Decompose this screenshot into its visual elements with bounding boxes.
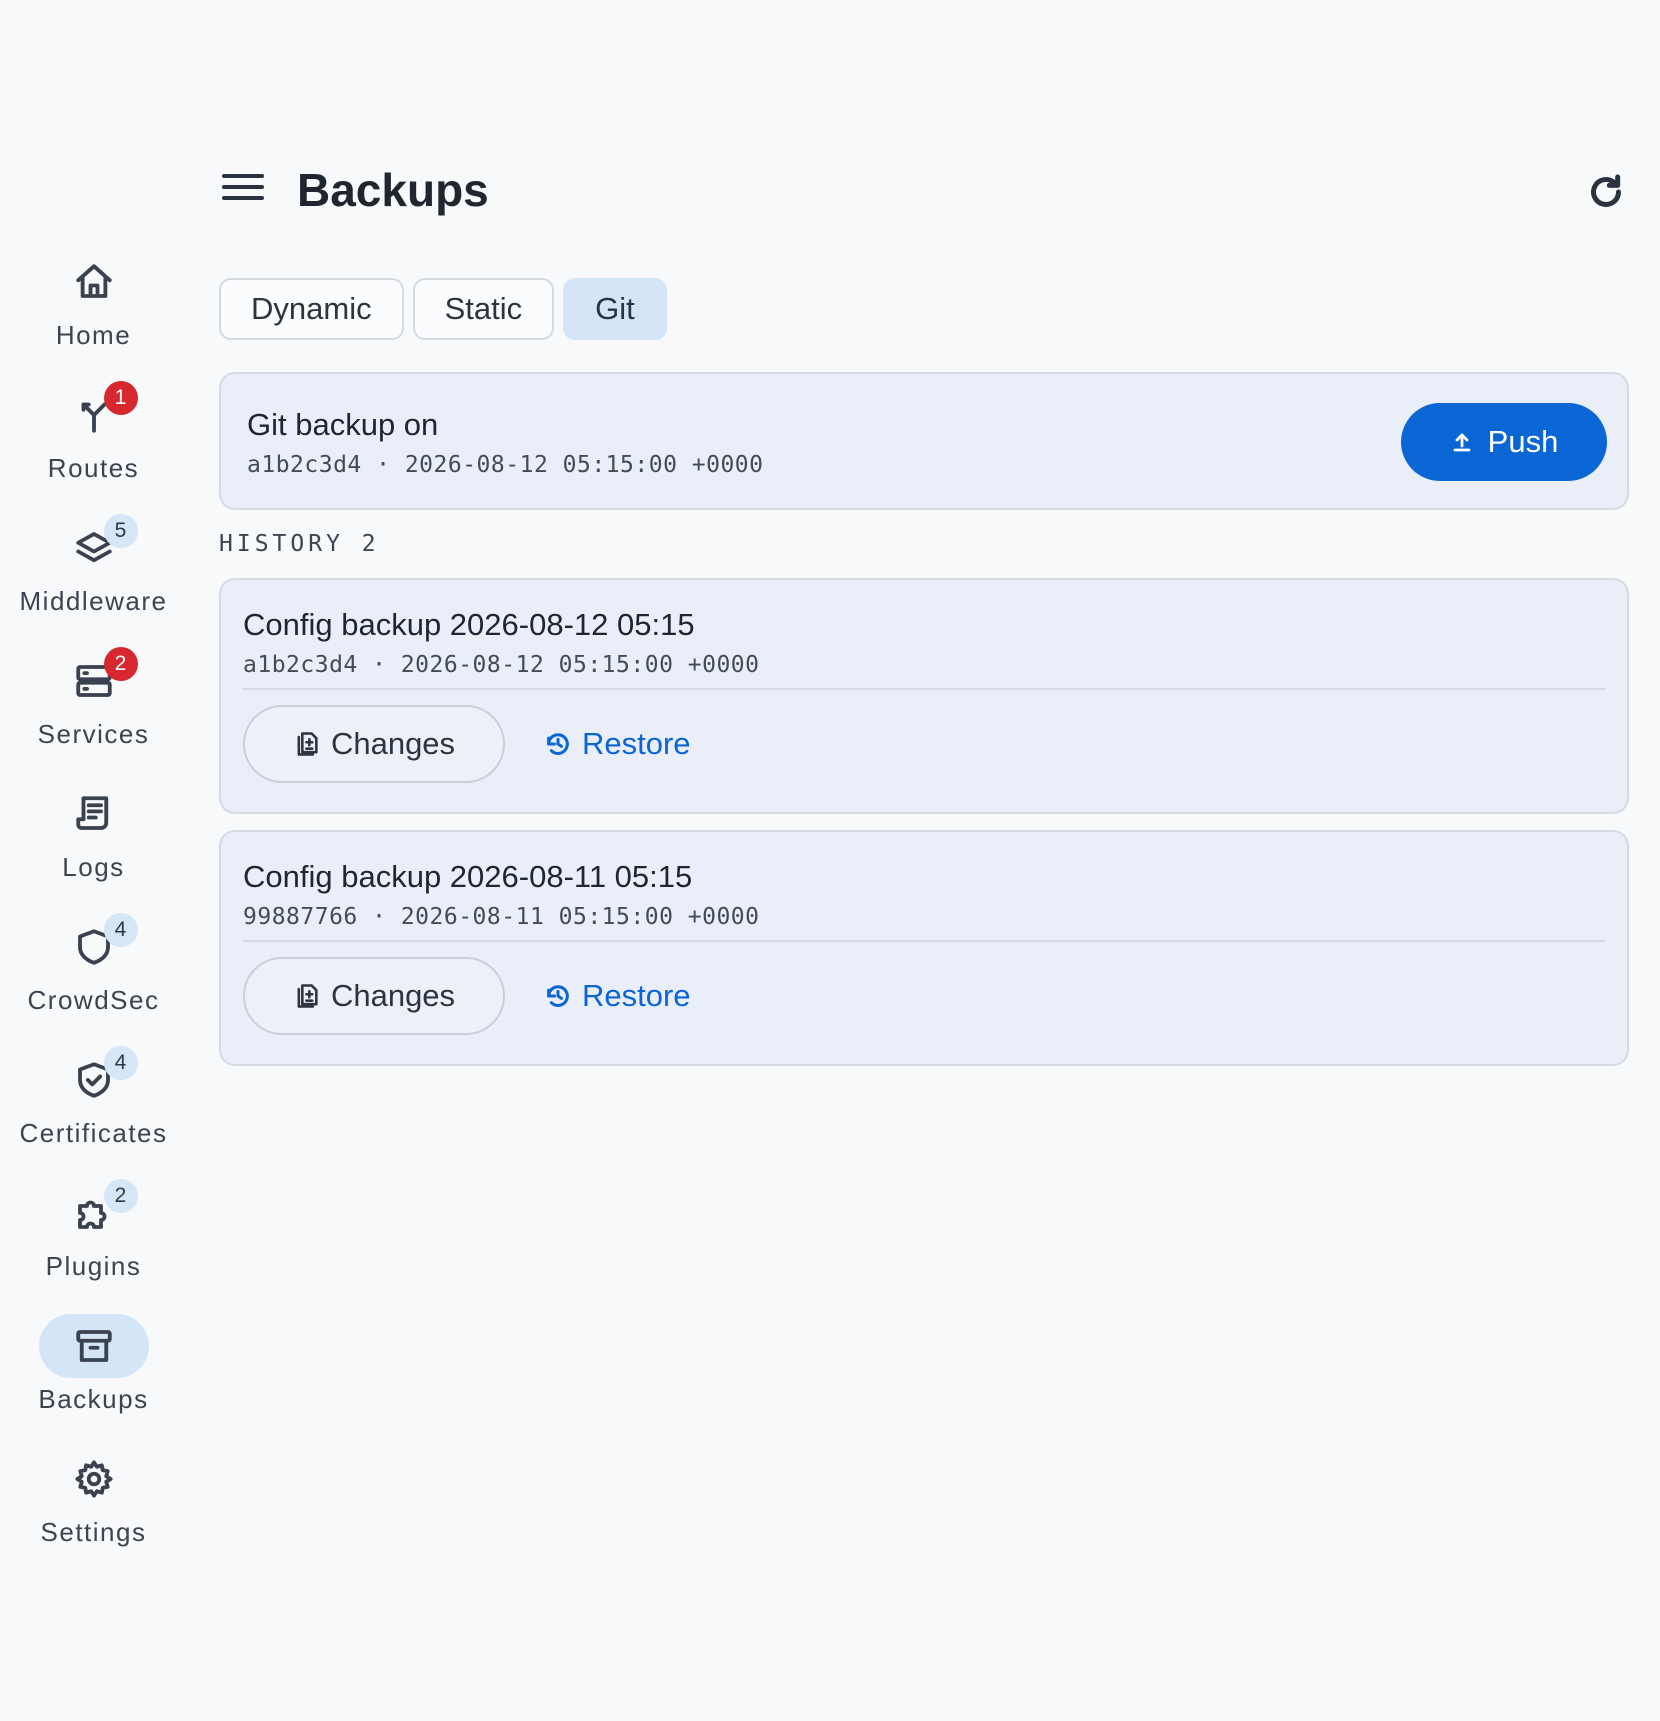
history-entry-meta: 99887766 · 2026-08-11 05:15:00 +0000 — [243, 904, 760, 930]
refresh-button[interactable] — [1586, 172, 1626, 212]
archive-icon — [75, 1330, 112, 1362]
git-status-meta: a1b2c3d4 · 2026-08-12 05:15:00 +0000 — [247, 452, 764, 478]
sidebar-item-certificates[interactable]: 4 Certificates — [0, 1042, 187, 1175]
sidebar-item-middleware[interactable]: 5 Middleware — [0, 510, 187, 643]
sidebar-item-label: Backups — [38, 1384, 149, 1414]
refresh-icon — [1591, 174, 1621, 207]
upload-icon — [1453, 433, 1471, 452]
changes-button-label: Changes — [330, 726, 456, 761]
sidebar-item-home[interactable]: Home — [0, 244, 187, 377]
history-entry-meta: a1b2c3d4 · 2026-08-12 05:15:00 +0000 — [243, 652, 760, 678]
sidebar-item-crowdsec[interactable]: 4 CrowdSec — [0, 909, 187, 1042]
changes-button[interactable]: Changes — [243, 705, 505, 783]
routes-badge: 1 — [103, 381, 138, 415]
history-entry-title: Config backup 2026-08-11 05:15 — [243, 859, 693, 894]
history-icon — [547, 985, 569, 1007]
sidebar-item-label: CrowdSec — [27, 985, 160, 1015]
sidebar-item-label: Plugins — [45, 1251, 142, 1281]
crowdsec-badge: 4 — [103, 913, 138, 947]
sidebar-item-label: Middleware — [19, 586, 168, 616]
tab-git[interactable]: Git — [563, 278, 667, 340]
history-heading: HISTORY 2 — [219, 531, 380, 557]
tab-static[interactable]: Static — [412, 278, 555, 340]
sidebar-item-label: Certificates — [19, 1118, 168, 1148]
restore-button-label: Restore — [582, 726, 691, 761]
git-status-title: Git backup on — [247, 407, 439, 442]
restore-button[interactable]: Restore — [544, 957, 691, 1035]
sidebar-item-backups[interactable]: Backups — [0, 1308, 187, 1441]
file-diff-icon — [297, 732, 318, 756]
services-badge: 2 — [103, 647, 138, 681]
sidebar-item-label: Logs — [62, 852, 125, 882]
certificates-badge: 4 — [103, 1046, 138, 1080]
sidebar-item-plugins[interactable]: 2 Plugins — [0, 1175, 187, 1308]
sidebar-item-logs[interactable]: Logs — [0, 776, 187, 909]
history-entry: Config backup 2026-08-11 05:15 99887766 … — [219, 830, 1629, 1066]
history-icon — [547, 733, 569, 755]
file-diff-icon — [297, 984, 318, 1008]
sidebar-item-settings[interactable]: Settings — [0, 1441, 187, 1574]
home-icon — [75, 264, 112, 298]
sidebar-item-services[interactable]: 2 Services — [0, 643, 187, 776]
restore-button-label: Restore — [582, 978, 691, 1013]
sidebar-item-label: Home — [55, 320, 132, 350]
sidebar: Home 1 Routes 5 Middleware 2 Services Lo… — [0, 244, 187, 1574]
tab-dynamic[interactable]: Dynamic — [219, 278, 404, 340]
page-title: Backups — [297, 164, 489, 216]
sidebar-item-label: Routes — [47, 453, 140, 483]
divider — [243, 688, 1605, 690]
backup-tabs: Dynamic Static Git — [219, 278, 667, 340]
divider — [243, 940, 1605, 942]
history-entry: Config backup 2026-08-12 05:15 a1b2c3d4 … — [219, 578, 1629, 814]
plugins-badge: 2 — [103, 1179, 138, 1213]
git-status-card: Git backup on a1b2c3d4 · 2026-08-12 05:1… — [219, 372, 1629, 510]
gear-icon — [74, 1460, 113, 1498]
sidebar-item-routes[interactable]: 1 Routes — [0, 377, 187, 510]
sidebar-item-label: Services — [37, 719, 150, 749]
menu-icon[interactable] — [222, 174, 264, 206]
push-button-label: Push — [1487, 424, 1559, 459]
middleware-badge: 5 — [103, 514, 138, 548]
changes-button-label: Changes — [330, 978, 456, 1013]
sidebar-item-label: Settings — [40, 1517, 147, 1547]
changes-button[interactable]: Changes — [243, 957, 505, 1035]
receipt-icon — [75, 796, 108, 830]
push-button[interactable]: Push — [1401, 403, 1607, 481]
restore-button[interactable]: Restore — [544, 705, 691, 783]
history-entry-title: Config backup 2026-08-12 05:15 — [243, 607, 695, 642]
